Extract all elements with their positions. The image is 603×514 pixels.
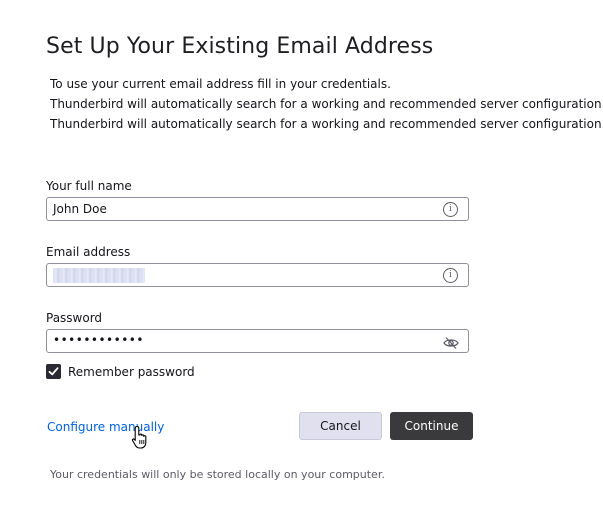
info-icon[interactable]: i xyxy=(443,202,458,217)
full-name-value: John Doe xyxy=(53,202,107,216)
account-setup-page: Set Up Your Existing Email Address To us… xyxy=(0,0,603,514)
email-label: Email address xyxy=(46,245,131,259)
local-storage-note: Your credentials will only be stored loc… xyxy=(50,468,385,481)
eye-slash-icon[interactable] xyxy=(443,335,459,349)
password-label: Password xyxy=(46,311,103,325)
email-input[interactable]: i xyxy=(46,263,469,287)
remember-password-label: Remember password xyxy=(68,364,195,379)
intro-line: To use your current email address fill i… xyxy=(50,77,391,91)
redacted-email-value xyxy=(53,268,145,283)
full-name-input[interactable]: John Doe i xyxy=(46,197,469,221)
remember-password-checkbox[interactable] xyxy=(46,364,61,379)
intro-line: Thunderbird will automatically search fo… xyxy=(50,97,603,111)
continue-button[interactable]: Continue xyxy=(390,412,473,440)
intro-line: Thunderbird will automatically search fo… xyxy=(50,117,603,131)
page-title: Set Up Your Existing Email Address xyxy=(46,34,434,59)
remember-password-row[interactable]: Remember password xyxy=(46,364,195,379)
cancel-button[interactable]: Cancel xyxy=(299,412,382,440)
hand-cursor-icon xyxy=(131,425,153,451)
password-masked-value: •••••••••••• xyxy=(53,333,144,347)
name-label: Your full name xyxy=(46,179,132,193)
password-input[interactable]: •••••••••••• xyxy=(46,329,469,353)
intro-text: To use your current email address fill i… xyxy=(50,74,603,134)
info-icon[interactable]: i xyxy=(443,268,458,283)
